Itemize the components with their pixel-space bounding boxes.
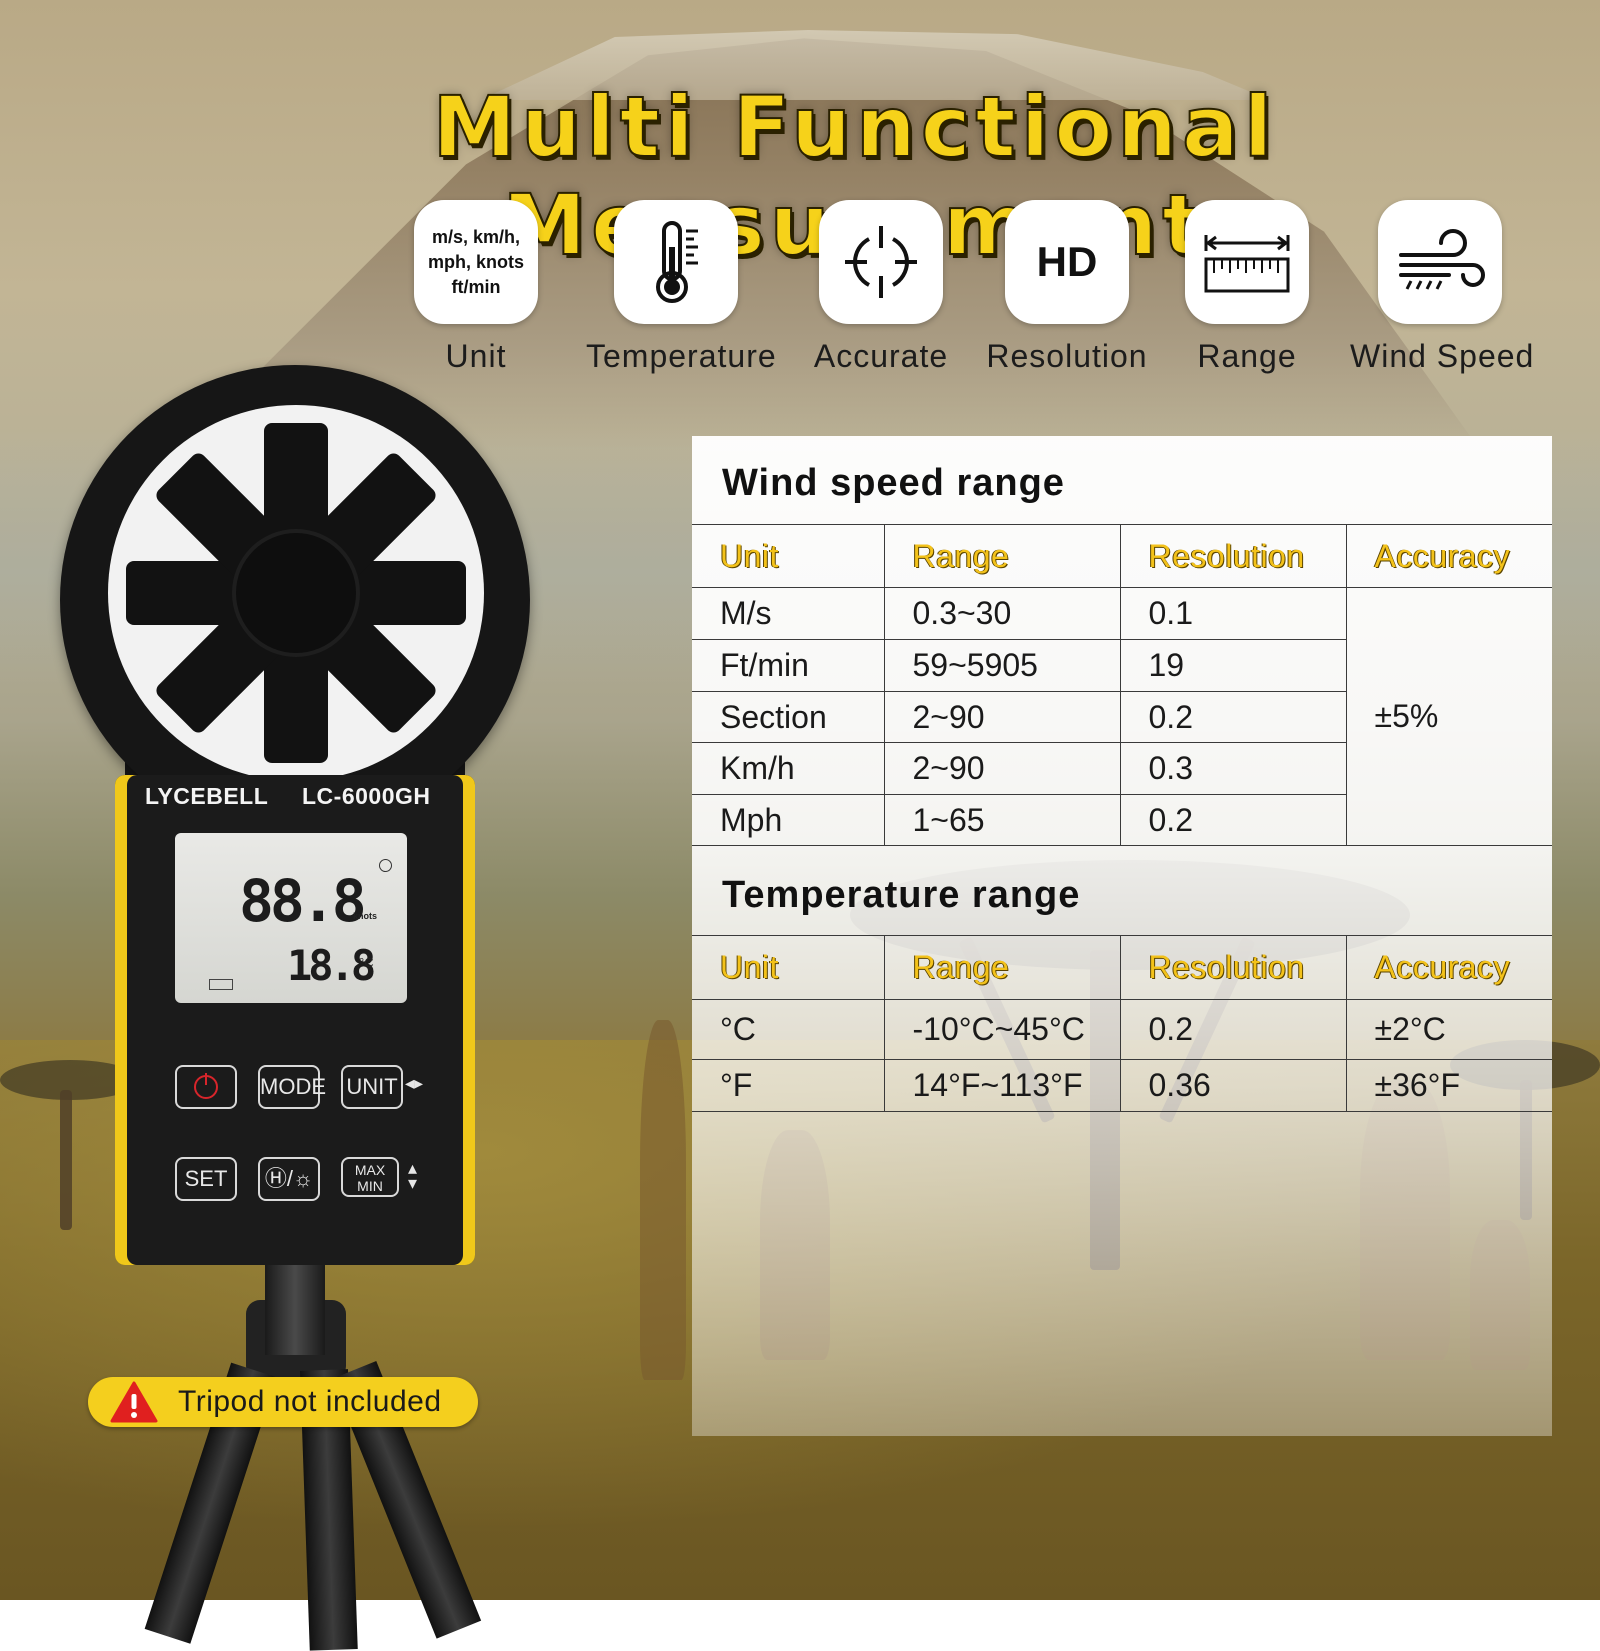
temperature-table: Unit Range Resolution Accuracy °C -10°C~… (692, 935, 1552, 1112)
table-cell: 0.3~30 (883, 587, 1121, 640)
feature-label: Temperature (586, 338, 777, 374)
table-cell: 0.2 (1119, 794, 1347, 846)
max-min-button[interactable]: MAX MIN (341, 1157, 399, 1197)
feature-label: Wind Speed (1350, 338, 1535, 374)
table-cell: M/s (692, 587, 885, 640)
table-cell: 14°F~113°F (883, 1059, 1121, 1112)
feature-unit: m/s, km/h, mph, knots ft/min Unit (386, 200, 566, 375)
wind-icon (1378, 200, 1502, 324)
table-row: °C -10°C~45°C 0.2 ±2°C (692, 999, 1552, 1060)
unit-tile-line: m/s, km/h, (431, 226, 520, 247)
table-cell: °F (692, 1059, 885, 1112)
warning-icon (110, 1381, 158, 1423)
tripod-notice: Tripod not included (88, 1377, 478, 1427)
table-cell: 2~90 (883, 742, 1121, 795)
table-cell: -10°C~45°C (883, 999, 1121, 1060)
wind-speed-table: Unit Range Resolution Accuracy M/s 0.3~3… (692, 524, 1552, 846)
device-model: LC-6000GH (302, 783, 431, 809)
table-cell: Ft/min (692, 639, 885, 692)
table-cell: 0.3 (1119, 742, 1347, 795)
fan-hub (236, 533, 356, 653)
table-cell: Section (692, 691, 885, 743)
feature-wind-speed: Wind Speed (1350, 200, 1535, 375)
table-cell: 1~65 (883, 794, 1121, 846)
unit-tile-line: ft/min (451, 276, 501, 297)
device-brand: LYCEBELL (145, 783, 269, 809)
feature-label: Resolution (986, 338, 1148, 374)
battery-icon (209, 979, 233, 990)
fan-housing (60, 365, 530, 835)
hd-icon: HD (1005, 200, 1129, 324)
min-label: MIN (357, 1178, 383, 1194)
hold-light-button[interactable]: Ⓗ/☼ (258, 1157, 320, 1201)
unit-button[interactable]: UNIT (341, 1065, 403, 1109)
header-cell: Unit (692, 935, 885, 1000)
ruler-icon (1185, 200, 1309, 324)
accuracy-cell: ±5% (1345, 587, 1552, 846)
table-header-row: Unit Range Resolution Accuracy (692, 524, 1552, 588)
table-cell: 0.2 (1119, 999, 1347, 1060)
table-row: M/s 0.3~30 0.1 ±5% (692, 587, 1552, 846)
feature-range: Range (1157, 200, 1337, 375)
header-cell: Accuracy (1345, 524, 1552, 588)
table-cell: ±2°C (1345, 999, 1552, 1060)
notice-text: Tripod not included (178, 1385, 442, 1418)
mode-button[interactable]: MODE (258, 1065, 326, 1109)
header-cell: Range (883, 935, 1121, 1000)
table-row: °F 14°F~113°F 0.36 ±36°F (692, 1059, 1552, 1112)
crosshair-icon (819, 200, 943, 324)
header-cell: Accuracy (1345, 935, 1552, 1000)
table-cell: 2~90 (883, 691, 1121, 743)
table-cell: 19 (1119, 639, 1347, 692)
feature-icons: m/s, km/h, mph, knots ft/min Unit Temper… (400, 200, 1560, 390)
unit-tile-line: mph, knots (427, 251, 524, 272)
set-button[interactable]: SET (175, 1157, 237, 1201)
temperature-table-title: Temperature range (722, 874, 1081, 916)
table-cell: Mph (692, 794, 885, 846)
lcd-display: 88.8 knots 18.8 °C (175, 833, 407, 1003)
feature-temperature: Temperature (586, 200, 777, 375)
giraffe (640, 1020, 686, 1380)
header-cell: Unit (692, 524, 885, 588)
hd-text: HD (1036, 238, 1098, 285)
table-header-row: Unit Range Resolution Accuracy (692, 935, 1552, 1000)
spec-panel: Wind speed range Unit Range Resolution A… (692, 436, 1552, 1436)
header-cell: Resolution (1119, 524, 1347, 588)
table-cell: ±36°F (1345, 1059, 1552, 1112)
header-cell: Resolution (1119, 935, 1347, 1000)
feature-resolution: HD Resolution (977, 200, 1157, 375)
clock-icon (379, 859, 392, 872)
max-label: MAX (354, 1162, 386, 1178)
power-button[interactable] (175, 1065, 237, 1109)
lcd-main-reading: 88.8 (239, 867, 367, 935)
thermometer-icon (614, 200, 738, 324)
device-mount (265, 1265, 325, 1355)
fan-ring (108, 405, 484, 781)
lcd-main-unit: knots (353, 911, 378, 921)
unit-text-icon: m/s, km/h, mph, knots ft/min (414, 200, 538, 324)
table-cell: 0.1 (1119, 587, 1347, 640)
feature-accurate: Accurate (791, 200, 971, 375)
table-cell: °C (692, 999, 885, 1060)
feature-label: Accurate (813, 338, 949, 374)
table-cell: 59~5905 (883, 639, 1121, 692)
left-right-arrows-icon: ◂▸ (405, 1073, 424, 1093)
lcd-sub-unit: °C (359, 955, 374, 970)
power-icon (194, 1073, 218, 1099)
table-cell: 0.36 (1119, 1059, 1347, 1112)
up-down-arrows-icon: ▴ ▾ (408, 1158, 418, 1193)
header-cell: Range (883, 524, 1121, 588)
feature-label: Range (1197, 338, 1297, 374)
table-cell: 0.2 (1119, 691, 1347, 743)
anemometer-device: LYCEBELL LC-6000GH 88.8 knots 18.8 °C MO… (60, 365, 530, 1355)
table-cell: Km/h (692, 742, 885, 795)
wind-table-title: Wind speed range (722, 462, 1065, 504)
